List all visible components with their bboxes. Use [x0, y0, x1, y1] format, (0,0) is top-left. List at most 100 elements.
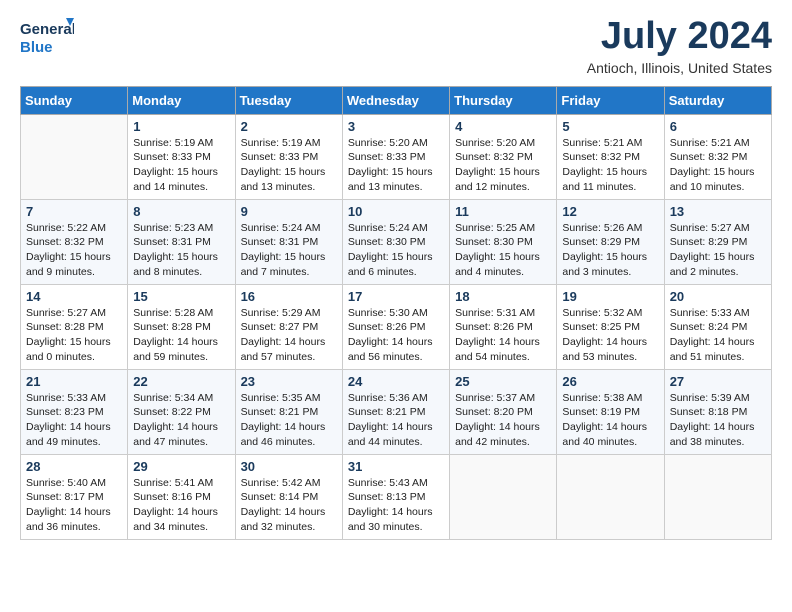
day-number: 7 [26, 204, 122, 219]
day-cell [664, 454, 771, 539]
calendar-table: SundayMondayTuesdayWednesdayThursdayFrid… [20, 86, 772, 540]
day-number: 31 [348, 459, 444, 474]
cell-info: Sunrise: 5:24 AMSunset: 8:31 PMDaylight:… [241, 222, 326, 278]
day-number: 30 [241, 459, 337, 474]
day-number: 15 [133, 289, 229, 304]
day-cell: 27 Sunrise: 5:39 AMSunset: 8:18 PMDaylig… [664, 369, 771, 454]
day-cell: 3 Sunrise: 5:20 AMSunset: 8:33 PMDayligh… [342, 114, 449, 199]
day-number: 18 [455, 289, 551, 304]
cell-info: Sunrise: 5:34 AMSunset: 8:22 PMDaylight:… [133, 392, 218, 448]
svg-text:Blue: Blue [20, 39, 53, 56]
cell-info: Sunrise: 5:38 AMSunset: 8:19 PMDaylight:… [562, 392, 647, 448]
weekday-header-tuesday: Tuesday [235, 86, 342, 114]
day-cell: 2 Sunrise: 5:19 AMSunset: 8:33 PMDayligh… [235, 114, 342, 199]
day-number: 22 [133, 374, 229, 389]
day-number: 12 [562, 204, 658, 219]
cell-info: Sunrise: 5:41 AMSunset: 8:16 PMDaylight:… [133, 477, 218, 533]
cell-info: Sunrise: 5:28 AMSunset: 8:28 PMDaylight:… [133, 307, 218, 363]
logo-svg: General Blue [20, 16, 74, 58]
day-cell [557, 454, 664, 539]
day-cell: 28 Sunrise: 5:40 AMSunset: 8:17 PMDaylig… [21, 454, 128, 539]
cell-info: Sunrise: 5:40 AMSunset: 8:17 PMDaylight:… [26, 477, 111, 533]
day-cell: 22 Sunrise: 5:34 AMSunset: 8:22 PMDaylig… [128, 369, 235, 454]
weekday-header-sunday: Sunday [21, 86, 128, 114]
title-area: July 2024 Antioch, Illinois, United Stat… [587, 16, 772, 76]
day-cell: 4 Sunrise: 5:20 AMSunset: 8:32 PMDayligh… [450, 114, 557, 199]
day-number: 2 [241, 119, 337, 134]
day-cell: 12 Sunrise: 5:26 AMSunset: 8:29 PMDaylig… [557, 199, 664, 284]
cell-info: Sunrise: 5:27 AMSunset: 8:28 PMDaylight:… [26, 307, 111, 363]
header: General Blue July 2024 Antioch, Illinois… [20, 16, 772, 76]
weekday-header-friday: Friday [557, 86, 664, 114]
day-number: 19 [562, 289, 658, 304]
day-number: 26 [562, 374, 658, 389]
cell-info: Sunrise: 5:31 AMSunset: 8:26 PMDaylight:… [455, 307, 540, 363]
day-number: 4 [455, 119, 551, 134]
day-number: 17 [348, 289, 444, 304]
day-cell: 24 Sunrise: 5:36 AMSunset: 8:21 PMDaylig… [342, 369, 449, 454]
cell-info: Sunrise: 5:22 AMSunset: 8:32 PMDaylight:… [26, 222, 111, 278]
day-number: 3 [348, 119, 444, 134]
day-cell: 19 Sunrise: 5:32 AMSunset: 8:25 PMDaylig… [557, 284, 664, 369]
day-cell: 5 Sunrise: 5:21 AMSunset: 8:32 PMDayligh… [557, 114, 664, 199]
day-number: 14 [26, 289, 122, 304]
day-number: 24 [348, 374, 444, 389]
week-row-4: 21 Sunrise: 5:33 AMSunset: 8:23 PMDaylig… [21, 369, 772, 454]
day-number: 5 [562, 119, 658, 134]
day-cell: 31 Sunrise: 5:43 AMSunset: 8:13 PMDaylig… [342, 454, 449, 539]
weekday-header-wednesday: Wednesday [342, 86, 449, 114]
day-number: 9 [241, 204, 337, 219]
day-cell: 29 Sunrise: 5:41 AMSunset: 8:16 PMDaylig… [128, 454, 235, 539]
cell-info: Sunrise: 5:33 AMSunset: 8:24 PMDaylight:… [670, 307, 755, 363]
day-cell: 1 Sunrise: 5:19 AMSunset: 8:33 PMDayligh… [128, 114, 235, 199]
cell-info: Sunrise: 5:19 AMSunset: 8:33 PMDaylight:… [133, 137, 218, 193]
cell-info: Sunrise: 5:30 AMSunset: 8:26 PMDaylight:… [348, 307, 433, 363]
day-cell [21, 114, 128, 199]
day-cell: 20 Sunrise: 5:33 AMSunset: 8:24 PMDaylig… [664, 284, 771, 369]
day-number: 25 [455, 374, 551, 389]
day-number: 27 [670, 374, 766, 389]
svg-text:General: General [20, 21, 74, 38]
location: Antioch, Illinois, United States [587, 60, 772, 76]
weekday-header-thursday: Thursday [450, 86, 557, 114]
day-number: 20 [670, 289, 766, 304]
cell-info: Sunrise: 5:43 AMSunset: 8:13 PMDaylight:… [348, 477, 433, 533]
day-cell: 9 Sunrise: 5:24 AMSunset: 8:31 PMDayligh… [235, 199, 342, 284]
cell-info: Sunrise: 5:42 AMSunset: 8:14 PMDaylight:… [241, 477, 326, 533]
day-cell: 8 Sunrise: 5:23 AMSunset: 8:31 PMDayligh… [128, 199, 235, 284]
cell-info: Sunrise: 5:21 AMSunset: 8:32 PMDaylight:… [562, 137, 647, 193]
cell-info: Sunrise: 5:36 AMSunset: 8:21 PMDaylight:… [348, 392, 433, 448]
cell-info: Sunrise: 5:19 AMSunset: 8:33 PMDaylight:… [241, 137, 326, 193]
day-number: 10 [348, 204, 444, 219]
day-cell: 30 Sunrise: 5:42 AMSunset: 8:14 PMDaylig… [235, 454, 342, 539]
day-number: 23 [241, 374, 337, 389]
day-cell [450, 454, 557, 539]
cell-info: Sunrise: 5:37 AMSunset: 8:20 PMDaylight:… [455, 392, 540, 448]
day-number: 28 [26, 459, 122, 474]
day-number: 29 [133, 459, 229, 474]
cell-info: Sunrise: 5:27 AMSunset: 8:29 PMDaylight:… [670, 222, 755, 278]
cell-info: Sunrise: 5:32 AMSunset: 8:25 PMDaylight:… [562, 307, 647, 363]
page: General Blue July 2024 Antioch, Illinois… [0, 0, 792, 612]
week-row-5: 28 Sunrise: 5:40 AMSunset: 8:17 PMDaylig… [21, 454, 772, 539]
day-cell: 26 Sunrise: 5:38 AMSunset: 8:19 PMDaylig… [557, 369, 664, 454]
day-cell: 21 Sunrise: 5:33 AMSunset: 8:23 PMDaylig… [21, 369, 128, 454]
cell-info: Sunrise: 5:21 AMSunset: 8:32 PMDaylight:… [670, 137, 755, 193]
day-cell: 16 Sunrise: 5:29 AMSunset: 8:27 PMDaylig… [235, 284, 342, 369]
logo: General Blue [20, 16, 74, 58]
week-row-2: 7 Sunrise: 5:22 AMSunset: 8:32 PMDayligh… [21, 199, 772, 284]
day-number: 21 [26, 374, 122, 389]
cell-info: Sunrise: 5:20 AMSunset: 8:33 PMDaylight:… [348, 137, 433, 193]
day-cell: 11 Sunrise: 5:25 AMSunset: 8:30 PMDaylig… [450, 199, 557, 284]
cell-info: Sunrise: 5:29 AMSunset: 8:27 PMDaylight:… [241, 307, 326, 363]
cell-info: Sunrise: 5:39 AMSunset: 8:18 PMDaylight:… [670, 392, 755, 448]
day-cell: 10 Sunrise: 5:24 AMSunset: 8:30 PMDaylig… [342, 199, 449, 284]
day-cell: 15 Sunrise: 5:28 AMSunset: 8:28 PMDaylig… [128, 284, 235, 369]
cell-info: Sunrise: 5:23 AMSunset: 8:31 PMDaylight:… [133, 222, 218, 278]
cell-info: Sunrise: 5:24 AMSunset: 8:30 PMDaylight:… [348, 222, 433, 278]
day-number: 16 [241, 289, 337, 304]
month-title: July 2024 [587, 16, 772, 58]
week-row-1: 1 Sunrise: 5:19 AMSunset: 8:33 PMDayligh… [21, 114, 772, 199]
day-number: 6 [670, 119, 766, 134]
day-cell: 7 Sunrise: 5:22 AMSunset: 8:32 PMDayligh… [21, 199, 128, 284]
